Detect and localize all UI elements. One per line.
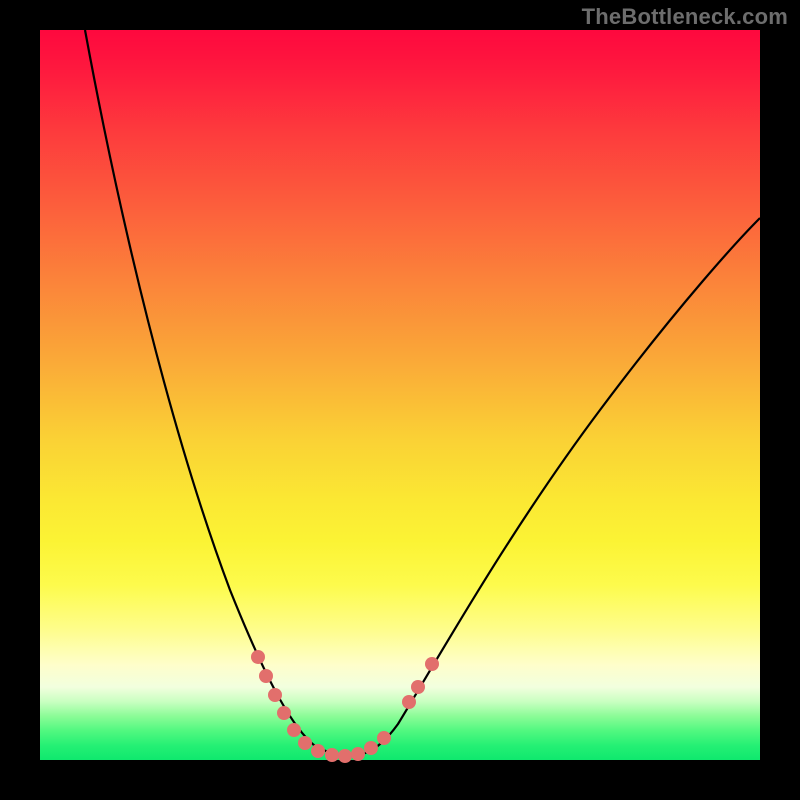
watermark-text: TheBottleneck.com [582, 4, 788, 30]
highlight-dots-bottom [311, 741, 378, 763]
plot-area [40, 30, 760, 760]
highlight-dots-right [377, 657, 439, 745]
chart-container: TheBottleneck.com [0, 0, 800, 800]
bottleneck-curve [85, 30, 760, 756]
chart-svg [40, 30, 760, 760]
